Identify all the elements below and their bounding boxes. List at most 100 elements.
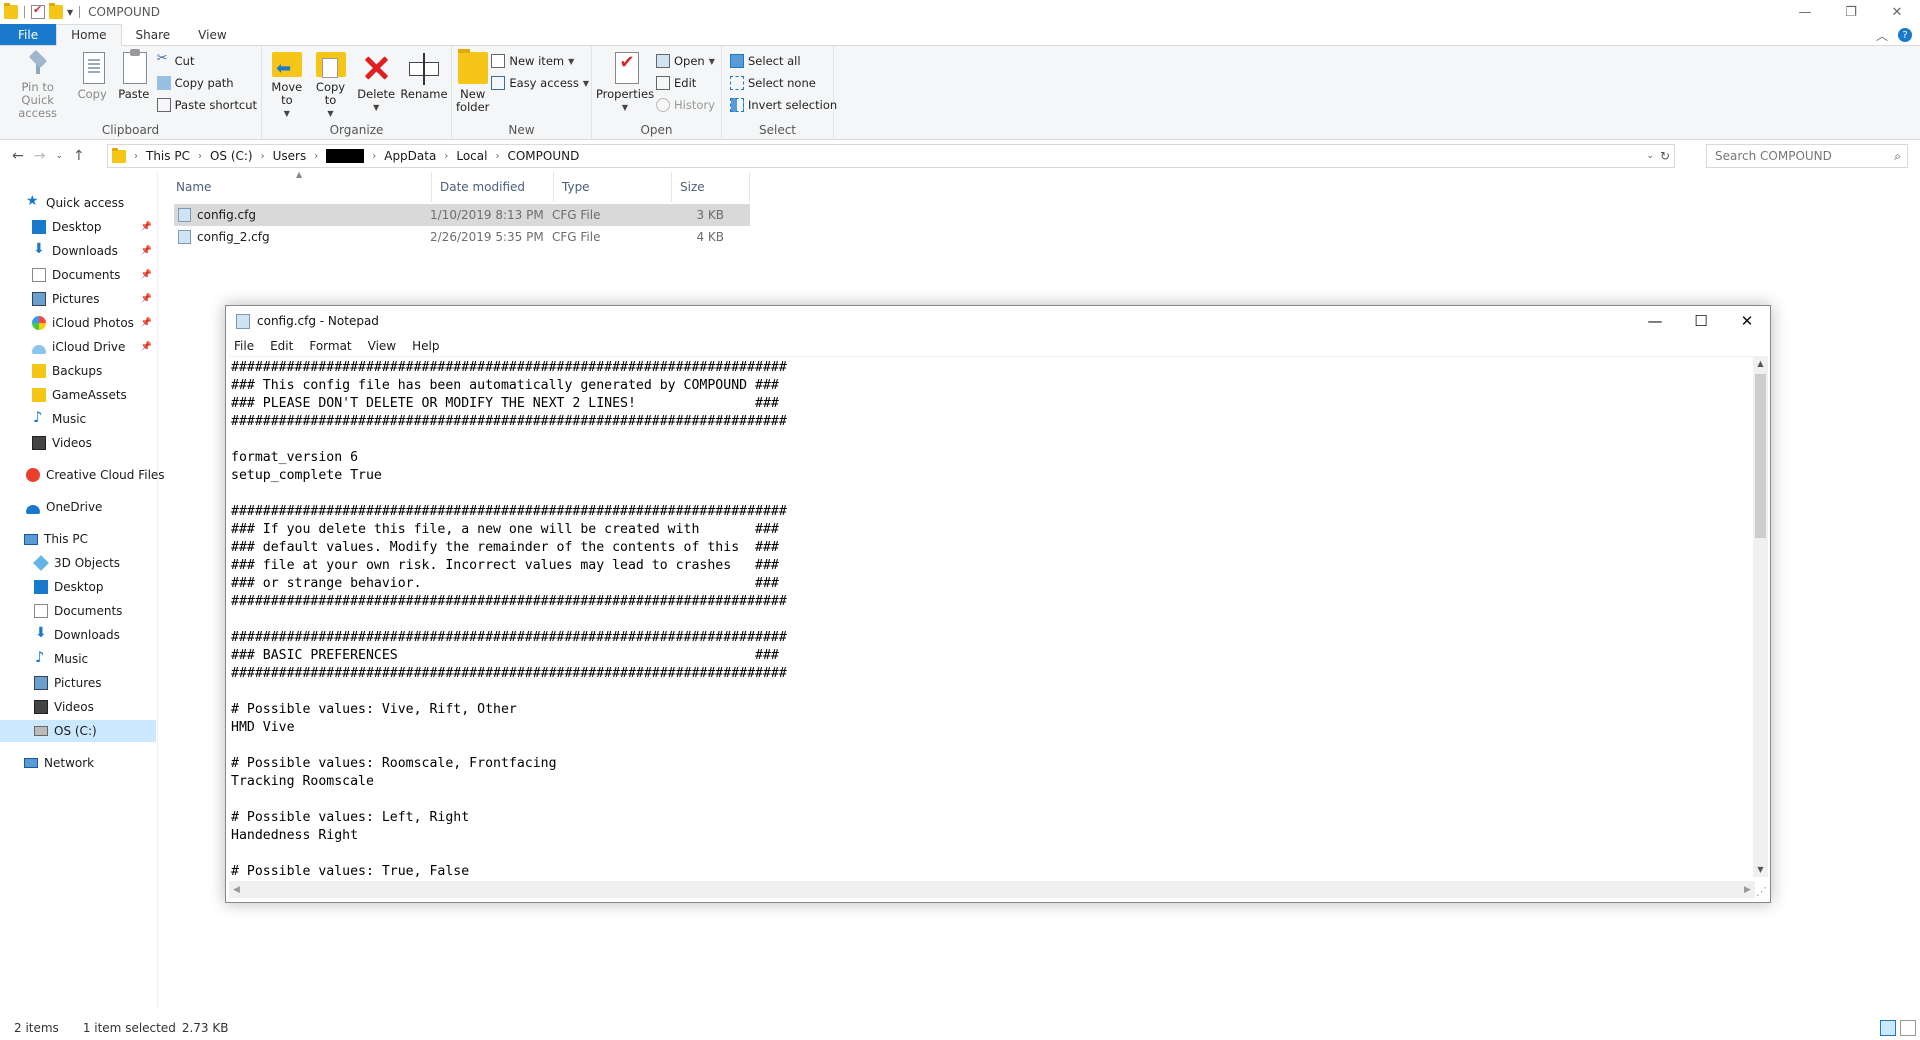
properties-icon[interactable] bbox=[31, 3, 45, 19]
notepad-content[interactable]: ########################################… bbox=[229, 357, 1755, 877]
breadcrumb-appdata[interactable]: AppData bbox=[384, 149, 436, 163]
nav-item-pc-music[interactable]: Music bbox=[0, 648, 156, 670]
nav-item-pc-downloads[interactable]: Downloads bbox=[0, 624, 156, 646]
minimize-button[interactable]: — bbox=[1782, 0, 1828, 24]
history-button[interactable]: History bbox=[656, 96, 715, 114]
nav-item-downloads[interactable]: Downloads 📌 bbox=[0, 240, 156, 262]
restore-button[interactable]: ❐ bbox=[1828, 0, 1874, 24]
breadcrumb-users[interactable]: Users bbox=[273, 149, 307, 163]
menu-view[interactable]: View bbox=[360, 339, 404, 353]
column-header-date[interactable]: Date modified bbox=[432, 172, 554, 202]
column-header-type[interactable]: Type bbox=[554, 172, 672, 202]
horizontal-scrollbar[interactable]: ◀ ▶ bbox=[229, 881, 1755, 898]
delete-button[interactable]: Delete ▼ bbox=[353, 50, 399, 120]
breadcrumb-local[interactable]: Local bbox=[456, 149, 487, 163]
breadcrumb-separator[interactable]: › bbox=[198, 151, 202, 162]
new-folder-icon[interactable] bbox=[49, 3, 63, 19]
nav-item-gameassets[interactable]: GameAssets bbox=[0, 384, 156, 406]
scroll-down-arrow-icon[interactable]: ▼ bbox=[1753, 862, 1768, 877]
copy-button[interactable]: Copy bbox=[73, 50, 111, 120]
rename-button[interactable]: Rename bbox=[400, 50, 448, 120]
nav-item-pc-desktop[interactable]: Desktop bbox=[0, 576, 156, 598]
notepad-title-bar[interactable]: config.cfg - Notepad — ☐ ✕ bbox=[226, 306, 1770, 336]
paste-button[interactable]: Paste bbox=[113, 49, 155, 120]
properties-button[interactable]: Properties ▼ bbox=[596, 50, 654, 120]
nav-item-os-c[interactable]: OS (C:) bbox=[0, 720, 156, 742]
edit-button[interactable]: Edit bbox=[656, 74, 715, 92]
notepad-close-button[interactable]: ✕ bbox=[1724, 306, 1770, 336]
collapse-ribbon-chevron-icon[interactable]: ︿ bbox=[1876, 27, 1888, 44]
column-header-size[interactable]: Size bbox=[672, 172, 750, 202]
nav-item-3d-objects[interactable]: 3D Objects bbox=[0, 552, 156, 574]
vertical-scrollbar[interactable]: ▲ ▼ bbox=[1753, 356, 1768, 877]
details-view-button[interactable] bbox=[1880, 1020, 1896, 1036]
breadcrumb-separator[interactable]: › bbox=[495, 151, 499, 162]
resize-grip-icon[interactable] bbox=[1753, 884, 1767, 898]
large-icons-view-button[interactable] bbox=[1900, 1020, 1916, 1036]
help-icon[interactable]: ? bbox=[1898, 28, 1912, 42]
nav-item-icloud-drive[interactable]: iCloud Drive 📌 bbox=[0, 336, 156, 358]
breadcrumb-separator[interactable]: › bbox=[314, 151, 318, 162]
nav-item-documents[interactable]: Documents 📌 bbox=[0, 264, 156, 286]
cut-button[interactable]: Cut bbox=[157, 51, 257, 70]
tab-file[interactable]: File bbox=[0, 24, 57, 45]
notepad-text-area[interactable]: ########################################… bbox=[229, 356, 1755, 877]
file-row-config-cfg[interactable]: config.cfg 1/10/2019 8:13 PM CFG File 3 … bbox=[174, 204, 750, 226]
paste-shortcut-button[interactable]: Paste shortcut bbox=[156, 96, 257, 114]
nav-item-videos[interactable]: Videos bbox=[0, 432, 156, 454]
breadcrumb-os-c[interactable]: OS (C:) bbox=[210, 149, 253, 163]
nav-onedrive[interactable]: OneDrive bbox=[0, 496, 156, 518]
move-to-button[interactable]: Move to ▼ bbox=[266, 50, 308, 120]
breadcrumb-separator[interactable]: › bbox=[372, 151, 376, 162]
forward-arrow-icon[interactable]: → bbox=[34, 148, 46, 164]
scroll-left-arrow-icon[interactable]: ◀ bbox=[229, 881, 244, 898]
search-icon[interactable]: ⌕ bbox=[1894, 149, 1901, 164]
customize-toolbar-chevron-icon[interactable]: ▼ bbox=[67, 8, 73, 17]
nav-item-pc-documents[interactable]: Documents bbox=[0, 600, 156, 622]
back-arrow-icon[interactable]: ← bbox=[12, 148, 24, 164]
close-button[interactable]: ✕ bbox=[1874, 0, 1920, 24]
nav-item-backups[interactable]: Backups bbox=[0, 360, 156, 382]
nav-item-pc-pictures[interactable]: Pictures bbox=[0, 672, 156, 694]
nav-item-icloud-photos[interactable]: iCloud Photos 📌 bbox=[0, 312, 156, 334]
menu-file[interactable]: File bbox=[226, 339, 262, 353]
refresh-icon[interactable]: ↻ bbox=[1660, 149, 1670, 163]
vertical-scroll-thumb[interactable] bbox=[1755, 374, 1766, 538]
breadcrumb-separator[interactable]: › bbox=[444, 151, 448, 162]
tab-home[interactable]: Home bbox=[56, 24, 122, 46]
notepad-maximize-button[interactable]: ☐ bbox=[1678, 306, 1724, 336]
easy-access-button[interactable]: Easy access ▼ bbox=[491, 74, 589, 92]
notepad-minimize-button[interactable]: — bbox=[1632, 306, 1678, 336]
open-button[interactable]: Open ▼ bbox=[656, 52, 715, 70]
nav-network[interactable]: Network bbox=[0, 752, 156, 774]
scroll-up-arrow-icon[interactable]: ▲ bbox=[1753, 356, 1768, 371]
invert-selection-button[interactable]: Invert selection bbox=[730, 96, 837, 114]
nav-item-pictures[interactable]: Pictures 📌 bbox=[0, 288, 156, 310]
copy-path-button[interactable]: Copy path bbox=[156, 74, 257, 92]
search-input[interactable]: Search COMPOUND ⌕ bbox=[1706, 144, 1908, 168]
nav-this-pc[interactable]: This PC bbox=[0, 528, 156, 550]
address-history-chevron-icon[interactable]: ⌄ bbox=[1646, 151, 1654, 161]
breadcrumb-separator[interactable]: › bbox=[134, 151, 138, 162]
new-folder-button[interactable]: New folder bbox=[456, 49, 489, 120]
menu-format[interactable]: Format bbox=[301, 339, 359, 353]
column-header-name[interactable]: Name ▲ bbox=[168, 170, 432, 202]
breadcrumb-separator[interactable]: › bbox=[261, 151, 265, 162]
redacted-username[interactable] bbox=[326, 149, 365, 163]
menu-edit[interactable]: Edit bbox=[262, 339, 301, 353]
address-bar[interactable]: › This PC › OS (C:) › Users › › AppData … bbox=[107, 144, 1675, 168]
copy-to-button[interactable]: Copy to ▼ bbox=[310, 50, 352, 120]
new-item-button[interactable]: New item ▼ bbox=[491, 52, 589, 70]
nav-item-music[interactable]: Music bbox=[0, 408, 156, 430]
up-arrow-icon[interactable]: ↑ bbox=[73, 148, 85, 164]
tab-share[interactable]: Share bbox=[122, 24, 185, 45]
nav-quick-access[interactable]: Quick access bbox=[0, 192, 156, 214]
menu-help[interactable]: Help bbox=[404, 339, 447, 353]
recent-locations-chevron-icon[interactable]: ⌄ bbox=[55, 151, 63, 161]
tab-view[interactable]: View bbox=[184, 24, 240, 45]
file-row-config-2-cfg[interactable]: config_2.cfg 2/26/2019 5:35 PM CFG File … bbox=[174, 226, 750, 248]
select-all-button[interactable]: Select all bbox=[730, 52, 837, 70]
breadcrumb-compound[interactable]: COMPOUND bbox=[507, 149, 579, 163]
breadcrumb-this-pc[interactable]: This PC bbox=[146, 149, 190, 163]
nav-creative-cloud[interactable]: Creative Cloud Files bbox=[0, 464, 165, 486]
